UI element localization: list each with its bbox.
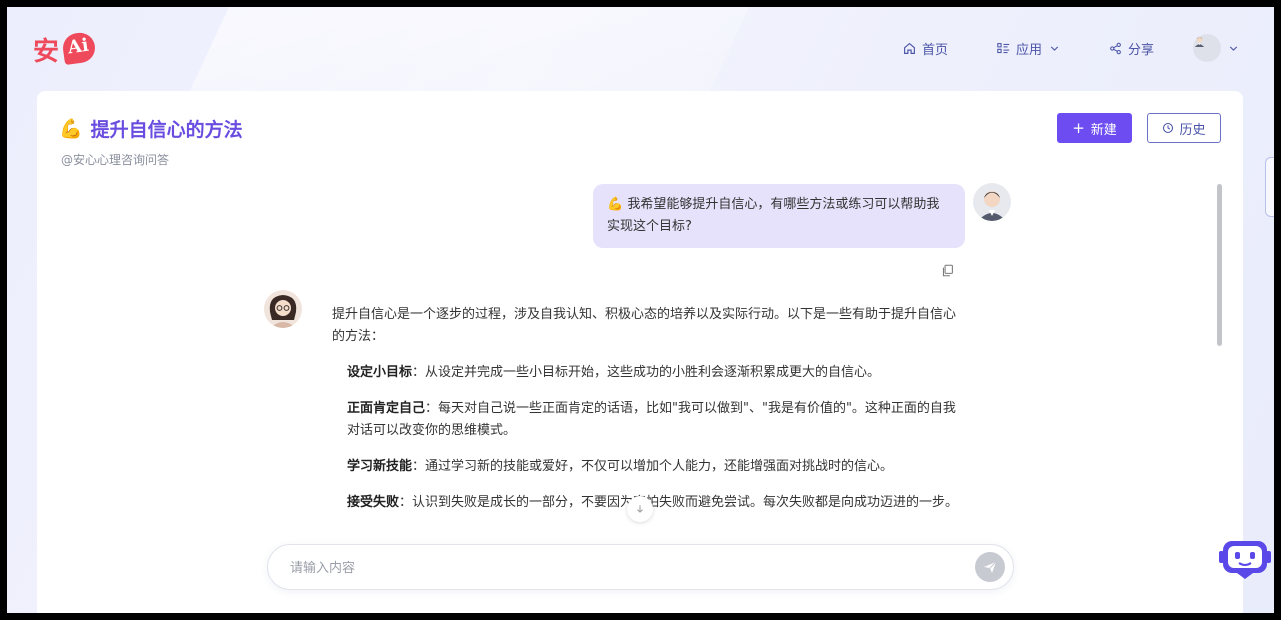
nav-share[interactable]: 分享 [1109, 39, 1154, 58]
assistant-message: 提升自信心是一个逐步的过程，涉及自我认知、积极心态的培养以及实际行动。以下是一些… [332, 304, 962, 522]
chevron-down-icon [1050, 46, 1059, 51]
home-icon [904, 42, 915, 54]
arrow-down-icon [637, 505, 643, 513]
copy-icon[interactable] [941, 264, 954, 277]
assistant-avatar [264, 290, 302, 328]
avatar [1193, 34, 1221, 62]
message-input[interactable] [288, 557, 952, 579]
answer-item-title: 正面肯定自己 [347, 401, 426, 416]
nav-home-label: 首页 [922, 43, 949, 58]
answer-intro: 提升自信心是一个逐步的过程，涉及自我认知、积极心态的培养以及实际行动。以下是一些… [332, 307, 957, 344]
send-button[interactable] [975, 552, 1005, 582]
nav-home[interactable]: 首页 [903, 39, 948, 58]
user-menu[interactable] [1193, 34, 1240, 62]
heart-icon: Ai [61, 30, 97, 66]
share-icon [1110, 42, 1121, 55]
answer-item-title: 学习新技能 [347, 459, 413, 474]
answer-item-text: ：每天对自己说一些正面肯定的话语，比如"我可以做到"、"我是有价值的"。这种正面… [347, 401, 956, 438]
history-icon [1163, 122, 1174, 134]
answer-item-text: ：认识到失败是成长的一部分，不要因为害怕失败而避免尝试。每次失败都是向成功迈进的… [399, 495, 959, 510]
send-icon [984, 561, 997, 573]
scrollbar[interactable] [1217, 184, 1222, 346]
history-button[interactable]: 历史 [1147, 113, 1221, 143]
answer-item: 学习新技能：通过学习新的技能或爱好，不仅可以增加个人能力，还能增强面对挑战时的信… [332, 456, 962, 478]
answer-item-title: 接受失败 [347, 495, 400, 510]
chat-card: 💪 提升自信心的方法 @安心心理咨询问答 + 新建 历史 💪 我希望能够提升自信… [37, 91, 1243, 613]
side-panel-tab[interactable] [1265, 157, 1274, 217]
answer-item-text: ：从设定并完成一些小目标开始，这些成功的小胜利会逐渐积累成更大的自信心。 [412, 365, 881, 380]
flexed-bicep-icon: 💪 [59, 118, 83, 140]
answer-item-text: ：通过学习新的技能或爱好，不仅可以增加个人能力，还能增强面对挑战时的信心。 [412, 459, 894, 474]
user-message: 💪 我希望能够提升自信心，有哪些方法或练习可以帮助我实现这个目标? [593, 184, 965, 248]
robot-assistant-icon[interactable] [1219, 535, 1271, 581]
user-avatar [973, 183, 1011, 221]
logo-text: 安 [33, 37, 59, 67]
page-subtitle: @安心心理咨询问答 [61, 153, 170, 167]
logo[interactable]: 安 Ai [33, 29, 97, 69]
page-title: 💪 提升自信心的方法 [59, 115, 243, 142]
scroll-down-button[interactable] [627, 496, 653, 522]
page-title-text: 提升自信心的方法 [90, 119, 243, 141]
plus-icon: + [1072, 119, 1085, 137]
new-chat-button[interactable]: + 新建 [1057, 113, 1132, 143]
chevron-down-icon [1229, 45, 1238, 51]
nav-share-label: 分享 [1128, 43, 1155, 58]
answer-item: 设定小目标：从设定并完成一些小目标开始，这些成功的小胜利会逐渐积累成更大的自信心… [332, 362, 962, 384]
answer-item: 正面肯定自己：每天对自己说一些正面肯定的话语，比如"我可以做到"、"我是有价值的… [332, 398, 962, 442]
nav-apps-label: 应用 [1016, 43, 1043, 58]
app-window: 安 Ai 首页 应用 分享 💪 提升自信心的方法 @安心心理咨询问答 + 新建 [7, 7, 1274, 613]
message-input-box [267, 544, 1014, 590]
answer-item-title: 设定小目标 [347, 365, 413, 380]
apps-icon [997, 43, 1010, 54]
nav-apps[interactable]: 应用 [997, 39, 1061, 58]
history-label: 历史 [1179, 122, 1206, 138]
new-chat-label: 新建 [1090, 122, 1117, 138]
